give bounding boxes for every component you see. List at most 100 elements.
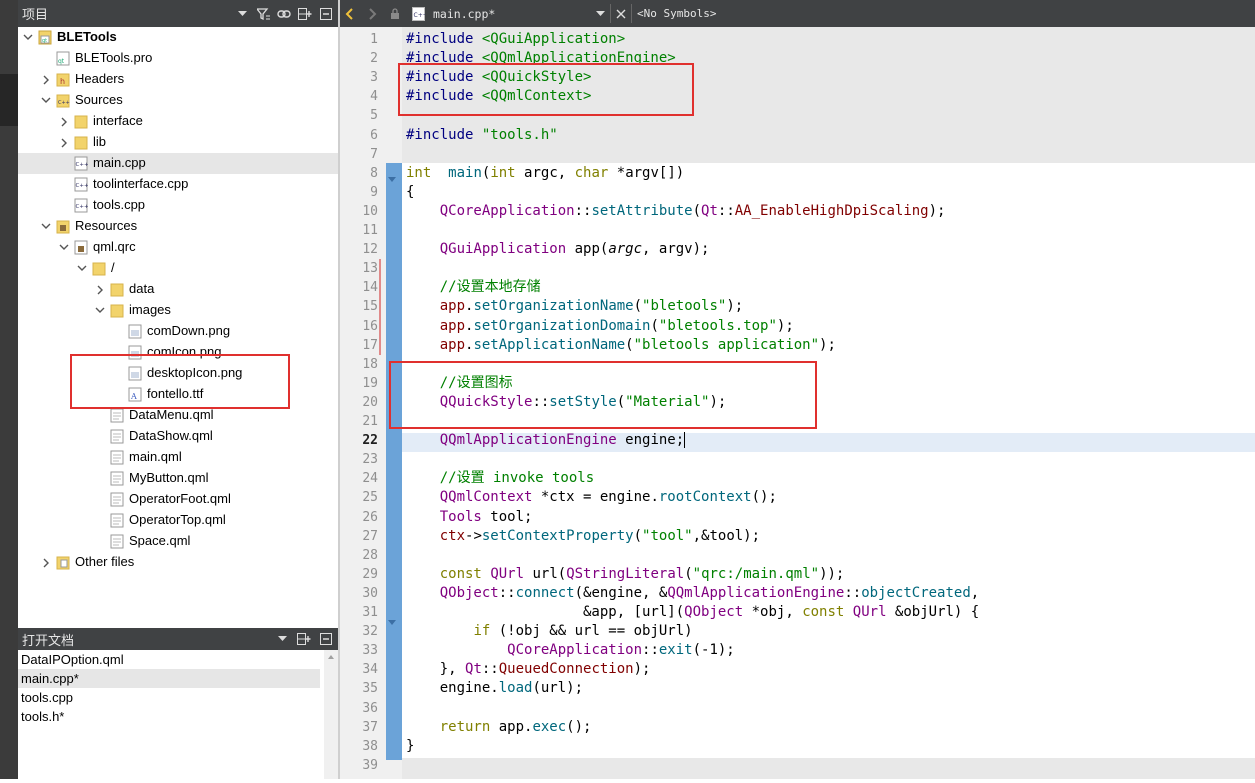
tree-item[interactable]: images [18,300,338,321]
tree-item[interactable]: Resources [18,216,338,237]
editor-toolbar: C++ main.cpp* <No Symbols> [340,0,1255,27]
line-number: 33 [362,643,378,659]
line-number: 30 [362,585,378,601]
chevron-right-icon[interactable] [58,111,70,132]
tree-item[interactable]: qt BLETools.pro [18,48,338,69]
code-line[interactable]: QCoreApplication::setAttribute(Qt::AA_En… [406,202,946,221]
code-line[interactable]: engine.load(url); [406,679,583,698]
open-docs-split-icon[interactable] [296,631,312,647]
code-line[interactable]: } [406,737,414,756]
open-document-item[interactable]: main.cpp* [18,669,320,688]
code-line[interactable]: Tools tool; [406,508,533,527]
tree-item[interactable]: main.qml [18,447,338,468]
code-line[interactable]: ctx->setContextProperty("tool",&tool); [406,527,760,546]
tree-item[interactable]: / [18,258,338,279]
forward-arrow-icon[interactable] [367,0,377,27]
file-tab-label[interactable]: main.cpp* [433,0,495,27]
code-line[interactable]: { [406,183,414,202]
cpp-icon: C++ [74,198,89,213]
code-token: :: [844,584,862,601]
back-arrow-icon[interactable] [345,0,355,27]
tree-item[interactable]: MyButton.qml [18,468,338,489]
line-number: 28 [362,547,378,563]
code-line[interactable]: #include <QGuiApplication> [406,30,625,49]
chevron-down-icon[interactable] [94,300,106,321]
code-line[interactable]: int main(int argc, char *argv[]) [406,164,684,183]
code-line[interactable]: QCoreApplication::exit(-1); [406,641,735,660]
line-number: 2 [370,51,378,67]
open-document-item[interactable]: tools.h* [18,707,320,726]
code-line[interactable]: QQmlContext *ctx = engine.rootContext(); [406,488,777,507]
tree-item[interactable]: C++ main.cpp [18,153,338,174]
tree-item[interactable]: interface [18,111,338,132]
filter-icon[interactable] [255,6,271,22]
code-line[interactable]: QGuiApplication app(argc, argv); [406,240,710,259]
open-docs-scrollbar[interactable] [324,650,338,779]
open-document-item[interactable]: DataIPOption.qml [18,650,320,669]
file-dropdown-icon[interactable] [596,0,605,27]
code-line[interactable]: }, Qt::QueuedConnection); [406,660,651,679]
folder-icon [110,282,124,297]
tree-item[interactable]: DataShow.qml [18,426,338,447]
fold-arrow-icon-2[interactable] [388,612,398,631]
code-line[interactable]: app.setOrganizationDomain("bletools.top"… [406,317,794,336]
line-number: 4 [370,89,378,105]
code-token: tool; [481,508,533,525]
tree-item[interactable]: qt BLETools [18,27,338,48]
symbols-dropdown[interactable]: <No Symbols> [637,0,716,27]
close-file-icon[interactable] [616,0,626,27]
fold-arrow-icon[interactable] [388,169,398,188]
chevron-down-icon[interactable] [22,27,34,48]
tree-item[interactable]: h Headers [18,69,338,90]
code-line[interactable]: QQmlApplicationEngine engine; [406,431,686,450]
close-panel-icon[interactable] [318,6,334,22]
tree-item[interactable]: lib [18,132,338,153]
link-icon[interactable] [276,6,292,22]
qml-icon [110,534,124,549]
code-line[interactable]: //设置本地存储 [406,278,541,297]
tree-item[interactable]: comDown.png [18,321,338,342]
line-number: 7 [370,146,378,162]
split-add-icon[interactable] [297,6,313,22]
open-document-item[interactable]: tools.cpp [18,688,320,707]
code-token: app [439,317,466,334]
code-token: *ctx = engine. [532,489,659,506]
code-line[interactable]: #include "tools.h" [406,126,558,145]
panel-dropdown-icon[interactable] [234,6,250,22]
svg-text:C++: C++ [76,162,89,168]
chevron-right-icon[interactable] [40,552,52,573]
tree-item[interactable]: OperatorTop.qml [18,510,338,531]
chevron-right-icon[interactable] [58,132,70,153]
open-docs-close-icon[interactable] [318,631,334,647]
code-line[interactable]: app.setApplicationName("bletools applica… [406,336,836,355]
tree-item[interactable]: C++ Sources [18,90,338,111]
chevron-down-icon[interactable] [40,216,52,237]
code-token: :: [498,584,516,601]
chevron-right-icon[interactable] [94,279,106,300]
code-line[interactable]: app.setOrganizationName("bletools"); [406,297,743,316]
code-line[interactable]: &app, [url](QObject *obj, const QUrl &ob… [406,603,979,622]
tree-item[interactable]: data [18,279,338,300]
code-line[interactable]: //设置 invoke tools [406,469,594,488]
chevron-down-icon[interactable] [76,258,88,279]
chevron-right-icon[interactable] [40,69,52,90]
code-line[interactable]: if (!obj && url == objUrl) [406,622,692,641]
tree-item[interactable]: C++ tools.cpp [18,195,338,216]
code-line[interactable]: QObject::connect(&engine, &QQmlApplicati… [406,584,980,603]
code-token: engine; [616,432,685,449]
tree-item[interactable]: qml.qrc [18,237,338,258]
folder-icon [74,135,88,150]
tree-item[interactable]: Space.qml [18,531,338,552]
chevron-down-icon[interactable] [40,90,52,111]
tree-item[interactable]: C++ toolinterface.cpp [18,174,338,195]
open-docs-dropdown-icon[interactable] [274,631,290,647]
tree-item[interactable]: OperatorFoot.qml [18,489,338,510]
chevron-down-icon[interactable] [58,237,70,258]
line-number: 24 [362,471,378,487]
tree-item[interactable]: Other files [18,552,338,573]
project-tree: qt BLETools qt BLETools.pro h Headers C++ Sourc… [18,27,338,627]
code-line[interactable]: return app.exec(); [406,718,592,737]
mode-selector[interactable] [0,74,18,126]
code-line[interactable]: const QUrl url(QStringLiteral("qrc:/main… [406,565,845,584]
